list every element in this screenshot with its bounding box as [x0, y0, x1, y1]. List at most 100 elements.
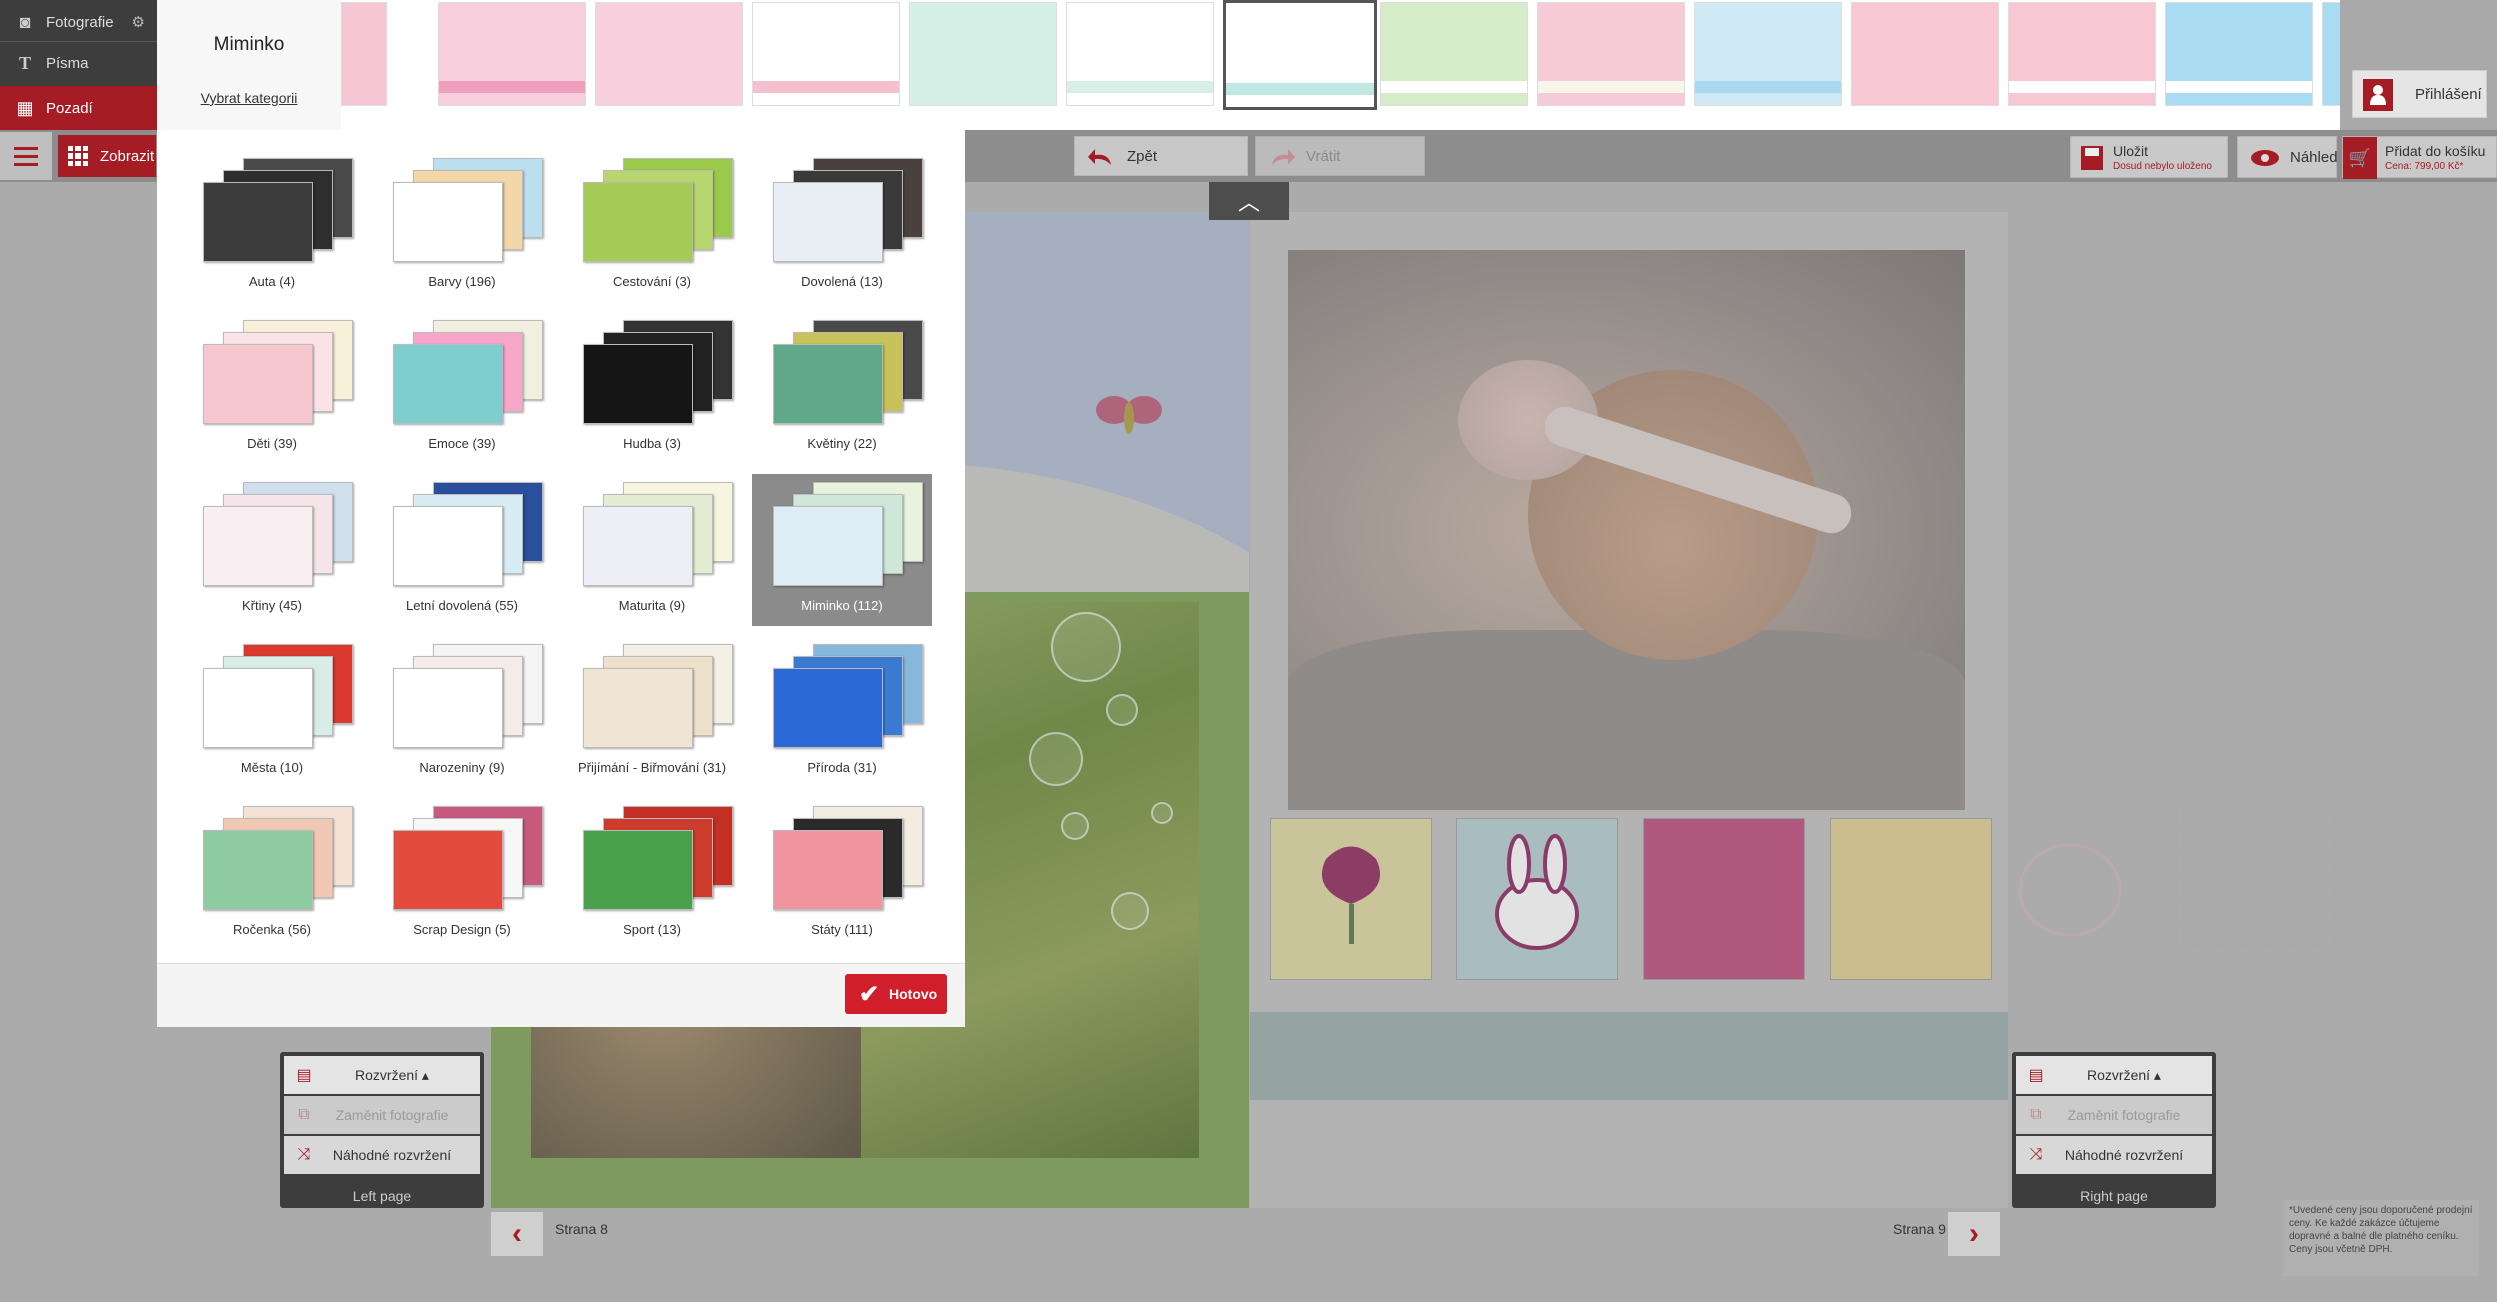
- preview-label: Náhled: [2290, 148, 2338, 166]
- category-item[interactable]: Narozeniny (9): [372, 636, 552, 788]
- thumbnail-card: [393, 182, 503, 262]
- tile-yellow-flowers[interactable]: [1830, 818, 1992, 980]
- category-item[interactable]: Letní dovolená (55): [372, 474, 552, 626]
- collapse-button[interactable]: ︿: [1209, 182, 1289, 220]
- category-item[interactable]: Barvy (196): [372, 150, 552, 302]
- shuffle-icon: ⤨: [2029, 1146, 2043, 1163]
- tool-fonts[interactable]: T Písma: [0, 41, 157, 85]
- save-button[interactable]: Uložit Dosud nebylo uloženo: [2070, 136, 2228, 178]
- category-item[interactable]: Maturita (9): [562, 474, 742, 626]
- next-page-button[interactable]: ›: [1948, 1212, 2000, 1256]
- background-swatch[interactable]: [438, 2, 586, 106]
- background-swatch[interactable]: [1694, 2, 1842, 106]
- text-icon: T: [18, 53, 31, 73]
- done-button[interactable]: ✔ Hotovo: [845, 974, 947, 1014]
- add-to-cart-button[interactable]: 🛒 Přidat do košíku Cena: 799,00 Kč*: [2342, 136, 2497, 179]
- preview-button[interactable]: Náhled: [2237, 136, 2338, 178]
- background-swatch[interactable]: [2322, 2, 2340, 106]
- category-label: Emoce (39): [428, 436, 496, 451]
- user-icon: [2363, 79, 2393, 111]
- random-layout-label: Náhodné rozvržení: [332, 1147, 452, 1163]
- category-thumbnail: [767, 644, 923, 754]
- category-item[interactable]: Cestování (3): [562, 150, 742, 302]
- background-swatch[interactable]: [2165, 2, 2313, 106]
- layout-menu-left[interactable]: ▤ Rozvržení ▴: [284, 1056, 480, 1094]
- category-item[interactable]: Auta (4): [182, 150, 362, 302]
- tile-flower[interactable]: [1270, 818, 1432, 980]
- price-note: *Uvedené ceny jsou doporučené prodejní c…: [2283, 1200, 2479, 1276]
- redo-label: Vrátit: [1306, 147, 1341, 165]
- show-button[interactable]: Zobrazit: [58, 135, 156, 177]
- swap-photos-label: Zaměnit fotografie: [2067, 1107, 2181, 1123]
- category-thumbnail: [767, 320, 923, 430]
- right-page-photo[interactable]: [1288, 250, 1965, 810]
- category-item[interactable]: Města (10): [182, 636, 362, 788]
- gear-icon[interactable]: ⚙: [132, 13, 145, 31]
- category-item[interactable]: Květiny (22): [752, 312, 932, 464]
- chevron-up-icon: ︿: [1237, 190, 1260, 215]
- undo-label: Zpět: [1127, 147, 1158, 165]
- thumbnail-card: [583, 344, 693, 424]
- thumbnail-card: [583, 182, 693, 262]
- save-icon: [2081, 146, 2103, 170]
- category-thumbnail: [577, 482, 733, 592]
- background-swatch[interactable]: [341, 2, 387, 106]
- swap-photos-right[interactable]: ⧉ Zaměnit fotografie: [2016, 1096, 2212, 1134]
- category-item[interactable]: Příroda (31): [752, 636, 932, 788]
- category-item[interactable]: Dovolená (13): [752, 150, 932, 302]
- login-button[interactable]: Přihlášení: [2352, 70, 2487, 118]
- category-item[interactable]: Miminko (112): [752, 474, 932, 626]
- background-swatch[interactable]: [595, 2, 743, 106]
- background-strip: [341, 0, 2340, 130]
- category-label: Miminko (112): [801, 598, 883, 613]
- left-page-caption: Left page: [352, 1188, 412, 1204]
- category-item[interactable]: Přijímání - Biřmování (31): [562, 636, 742, 788]
- category-label: Barvy (196): [428, 274, 496, 289]
- thumbnail-card: [773, 668, 883, 748]
- background-swatch[interactable]: [1380, 2, 1528, 106]
- tile-bunny[interactable]: [1456, 818, 1618, 980]
- background-swatch[interactable]: [1537, 2, 1685, 106]
- background-swatch[interactable]: [752, 2, 900, 106]
- tool-fonts-label: Písma: [46, 55, 89, 72]
- left-layout-panel: ▤ Rozvržení ▴ ⧉ Zaměnit fotografie ⤨ Náh…: [280, 1052, 484, 1208]
- category-item[interactable]: Křtiny (45): [182, 474, 362, 626]
- category-item[interactable]: Státy (111): [752, 798, 932, 950]
- layout-menu-right[interactable]: ▤ Rozvržení ▴: [2016, 1056, 2212, 1094]
- show-label: Zobrazit: [100, 147, 155, 165]
- background-swatch[interactable]: [1851, 2, 1999, 106]
- tile-pink-flowers[interactable]: [1643, 818, 1805, 980]
- thumbnail-card: [773, 506, 883, 586]
- random-layout-left[interactable]: ⤨ Náhodné rozvržení: [284, 1136, 480, 1174]
- layout-menu-label: Rozvržení: [355, 1066, 419, 1083]
- prev-page-button[interactable]: ‹: [491, 1212, 543, 1256]
- category-item[interactable]: Děti (39): [182, 312, 362, 464]
- category-thumbnail: [577, 320, 733, 430]
- category-label: Státy (111): [811, 922, 873, 937]
- background-swatch[interactable]: [1066, 2, 1214, 106]
- undo-button[interactable]: Zpět: [1074, 136, 1248, 176]
- random-layout-right[interactable]: ⤨ Náhodné rozvržení: [2016, 1136, 2212, 1174]
- thumbnail-card: [203, 506, 313, 586]
- redo-button[interactable]: Vrátit: [1255, 136, 1425, 176]
- choose-category-link[interactable]: Vybrat kategorii: [157, 90, 341, 106]
- category-item[interactable]: Hudba (3): [562, 312, 742, 464]
- category-item[interactable]: Ročenka (56): [182, 798, 362, 950]
- done-label: Hotovo: [889, 986, 938, 1002]
- tool-background[interactable]: ▦ Pozadí: [0, 86, 157, 130]
- save-status: Dosud nebylo uloženo: [2113, 161, 2212, 172]
- category-label: Scrap Design (5): [413, 922, 511, 937]
- butterfly-decoration: [1096, 396, 1162, 434]
- menu-button[interactable]: [0, 132, 52, 180]
- category-item[interactable]: Scrap Design (5): [372, 798, 552, 950]
- category-thumbnail: [577, 644, 733, 754]
- background-swatch[interactable]: [2008, 2, 2156, 106]
- category-thumbnail: [197, 158, 353, 268]
- category-item[interactable]: Emoce (39): [372, 312, 552, 464]
- category-item[interactable]: Sport (13): [562, 798, 742, 950]
- background-swatch[interactable]: [909, 2, 1057, 106]
- swap-photos-left[interactable]: ⧉ Zaměnit fotografie: [284, 1096, 480, 1134]
- tool-photos[interactable]: ◙ Fotografie ⚙: [0, 0, 157, 44]
- right-page[interactable]: [1250, 212, 2008, 1208]
- background-swatch[interactable]: [1223, 0, 1377, 110]
